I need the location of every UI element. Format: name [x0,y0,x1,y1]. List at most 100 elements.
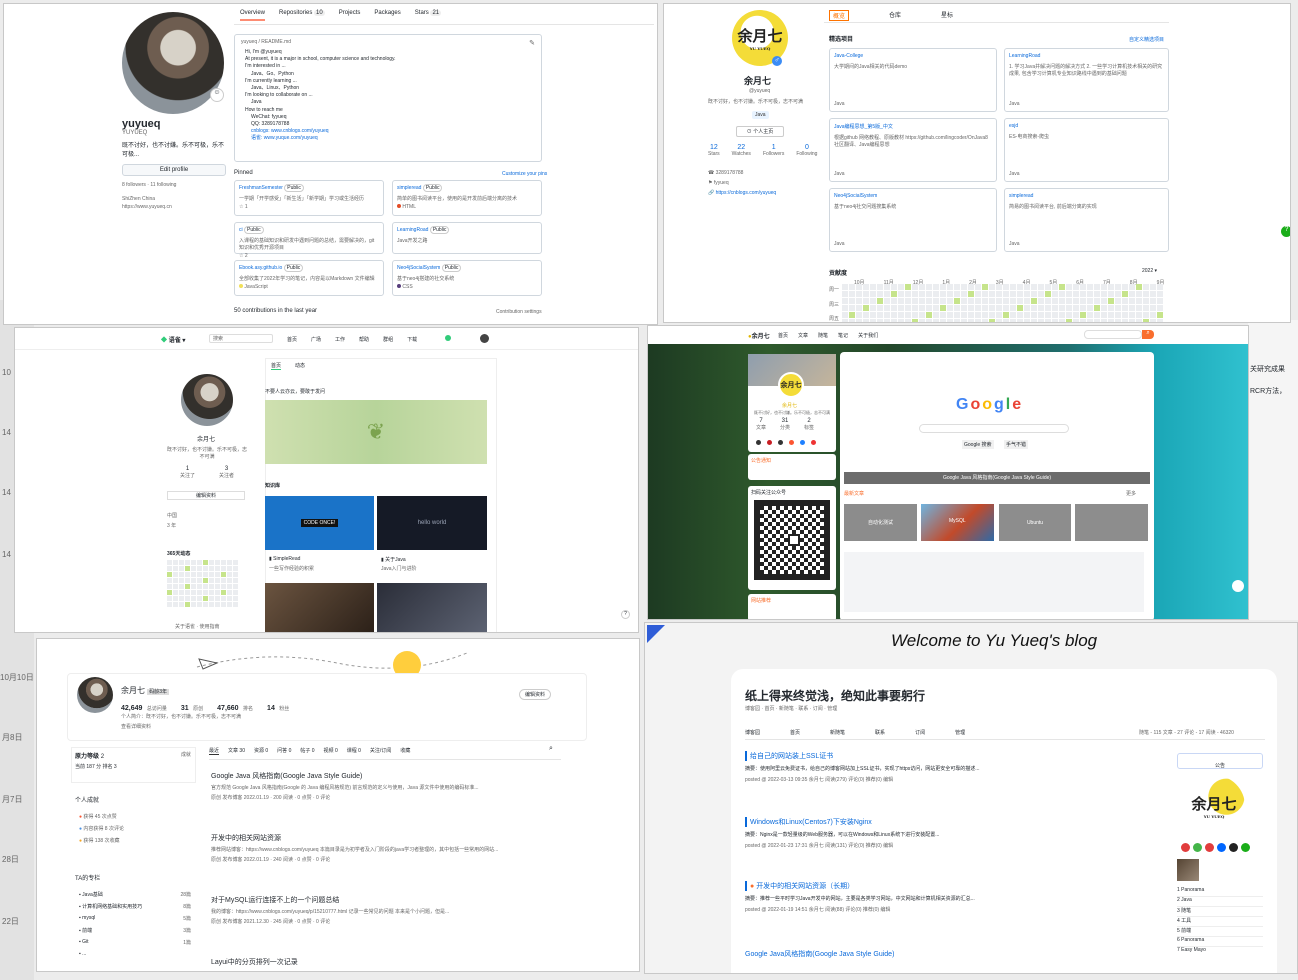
post-thumbnail[interactable]: 自动化测试 [844,504,917,541]
csdn-icon[interactable] [1181,843,1190,852]
tab-overview[interactable]: Overview [240,10,266,21]
tab-home[interactable]: 首页 [271,362,282,370]
project-card[interactable]: simpleread 简易的图书阅读平台, 前后端分离的实现 Java [1004,188,1169,252]
tab-activity[interactable]: 动态 [295,362,305,370]
heatmap-cell [884,284,890,290]
contribution-settings[interactable]: Contribution settings [496,309,542,315]
heatmap-cell [209,572,214,577]
heatmap-cell [215,596,220,601]
post-item[interactable]: ● 开发中的相关网站资源（长期） 摘要：推荐一些平时学习Java开发中的网站，主… [745,881,1165,913]
google-search-input[interactable] [919,424,1069,433]
edit-profile-button[interactable]: 编辑资料 [519,689,552,700]
post-item[interactable]: Google Java风格指南(Google Java Style Guide) [745,949,1165,959]
zhihu-icon[interactable] [1217,843,1226,852]
kb-cover-image[interactable]: hello world [377,496,487,550]
tab-stars[interactable]: 星标 [941,10,953,21]
post-item[interactable]: Layui中的分页排列一次记录 [211,957,561,967]
heatmap-cell [227,572,232,577]
post-item[interactable]: Google Java 风格指南(Google Java Style Guide… [211,771,561,801]
weibo-icon[interactable] [811,440,816,445]
customize-featured-link[interactable]: 自定义精选项目 [1129,36,1164,43]
tab-overview[interactable]: 概览 [829,10,850,21]
status-icon[interactable] [445,335,451,341]
gitee-icon[interactable] [767,440,772,445]
github-icon[interactable] [756,440,761,445]
avatar[interactable] [480,334,489,343]
post-item[interactable]: 对于MySQL运行连接不上的一个问题总结 我的博客：https://www.cn… [211,895,561,925]
kb-cover-image[interactable] [377,583,487,632]
project-card[interactable]: Neo4jSocialSystem 基于neo4j社交问题搜集系统 Java [829,188,997,252]
customize-pins-link[interactable]: Customize your pins [502,171,547,177]
website-link[interactable]: https://www.yuyueq.cn [122,204,172,210]
back-to-top-button[interactable] [1232,580,1244,592]
detail-link[interactable]: 查看详细资料 [121,723,151,730]
quote-text: 不要人云亦云，要敢于发问 [265,389,326,395]
heatmap-cell [209,590,214,595]
heatmap-cell [926,305,932,311]
pinned-repo-card[interactable]: Neo4jSocialSystem Public 基于neo4j搭建的社交系统 … [392,260,542,296]
yuque-logo[interactable]: ◆ 语雀 ▾ [161,335,185,344]
followers-link[interactable]: 8 followers · 11 following [122,182,176,188]
google-search-button[interactable]: Google 搜索 [962,440,994,449]
pinned-repo-card[interactable]: simpleread Public 简单的图书阅读平台，使用的是开发前后端分离的… [392,180,542,216]
tab-repos[interactable]: 仓库 [889,10,901,21]
kb-cover-image[interactable]: CODE ONCE! [265,496,374,550]
heatmap-cell [1087,298,1093,304]
tab-stars[interactable]: Stars 21 [415,10,442,21]
tab-repositories[interactable]: Repositories 10 [279,10,325,21]
profile-home-button[interactable]: ⊙ 个人主页 [736,126,784,137]
blog-logo[interactable]: ●余月七 [748,331,770,340]
heatmap-cell [1038,305,1044,311]
edit-profile-button[interactable]: Edit profile [122,164,226,176]
help-icon[interactable]: ? [1281,226,1290,237]
search-icon[interactable]: ⌕ [549,745,553,753]
csdn-icon[interactable] [789,440,794,445]
project-card[interactable]: LearningRoad 1. 学习Java并解决问题的解决方式 2. 一些学习计… [1004,48,1169,112]
heatmap-cell [1003,319,1009,322]
status-emoji-icon[interactable]: ☺ [210,88,224,102]
edit-pencil-icon[interactable]: ✎ [529,39,535,47]
pinned-repo-card[interactable]: FreshmanSemester Public 一学期「开学感受」「新生活」「新… [234,180,384,216]
leaf-icon[interactable] [1193,843,1202,852]
footer-link[interactable]: 关于语雀 · 使用指南 [175,623,219,630]
project-card[interactable]: Java编程思想_第5版_中文 根据github 网络教程、原版教材 https:… [829,118,997,182]
kb-name[interactable]: ▮ 关于Java [381,556,406,563]
cnblogs-icon[interactable] [778,440,783,445]
search-input[interactable] [1084,330,1142,339]
post-thumbnail[interactable]: MySQL [921,504,994,541]
heatmap-cell [1129,319,1135,322]
juejin-icon[interactable] [800,440,805,445]
project-card[interactable]: Java-College 大学期间的Java相关的代码demo Java [829,48,997,112]
project-card[interactable]: esjd ES-电商搜索-爬虫 Java [1004,118,1169,182]
cnblogs-icon[interactable] [1205,843,1214,852]
post-thumbnail[interactable]: Ubuntu [999,504,1071,541]
lucky-button[interactable]: 手气不错 [1004,440,1029,449]
wechat-icon[interactable] [1241,843,1250,852]
help-icon[interactable]: ? [621,610,630,619]
heatmap-cell [221,566,226,571]
heatmap-cell [1024,298,1030,304]
post-item[interactable]: 开发中的相关网站资源 推荐网站博客：https://www.cnblogs.co… [211,833,561,863]
qq-icon[interactable] [1229,843,1238,852]
post-thumbnail[interactable] [1075,504,1148,541]
search-icon[interactable]: ⌕ [1142,330,1154,339]
year-select[interactable]: 2022 ▾ [1142,268,1157,274]
heatmap-cell [185,590,190,595]
blog-link[interactable]: 🔗 https://cnblogs.com/yuyueq [708,190,776,196]
pinned-repo-card[interactable]: Ebook.asy.github.io Public 全部收集了2022年学习的… [234,260,384,296]
achievement-item: ● 获得 138 次收藏 [79,838,120,844]
more-link[interactable]: 更多 [1126,490,1136,497]
pinned-repo-card[interactable]: ci Public 入课程的基础知识和研发中遇到问题的总结，需要解决的，git知… [234,222,384,259]
tab-packages[interactable]: Packages [374,10,400,21]
pinned-repo-card[interactable]: LearningRoad Public Java开发之路 [392,222,542,254]
heatmap-cell [842,284,848,290]
post-item[interactable]: Windows和Linux(Centos7)下安装Nginx 摘要：Nginx是… [745,817,1165,849]
tab-projects[interactable]: Projects [339,10,361,21]
search-input[interactable]: 搜索 [209,334,273,343]
kb-name[interactable]: ▮ SimpleRead [269,556,300,562]
kb-cover-image[interactable] [265,583,374,632]
heatmap-cell [975,298,981,304]
edit-profile-button[interactable]: 编辑资料 [167,491,245,500]
post-item[interactable]: 给自己的网站装上SSL证书 摘要：使用阿里云免费证书，给自己的博客网站加上SSL… [745,751,1165,783]
carousel-caption[interactable]: Google Java 风格指南(Google Java Style Guide… [844,472,1150,484]
